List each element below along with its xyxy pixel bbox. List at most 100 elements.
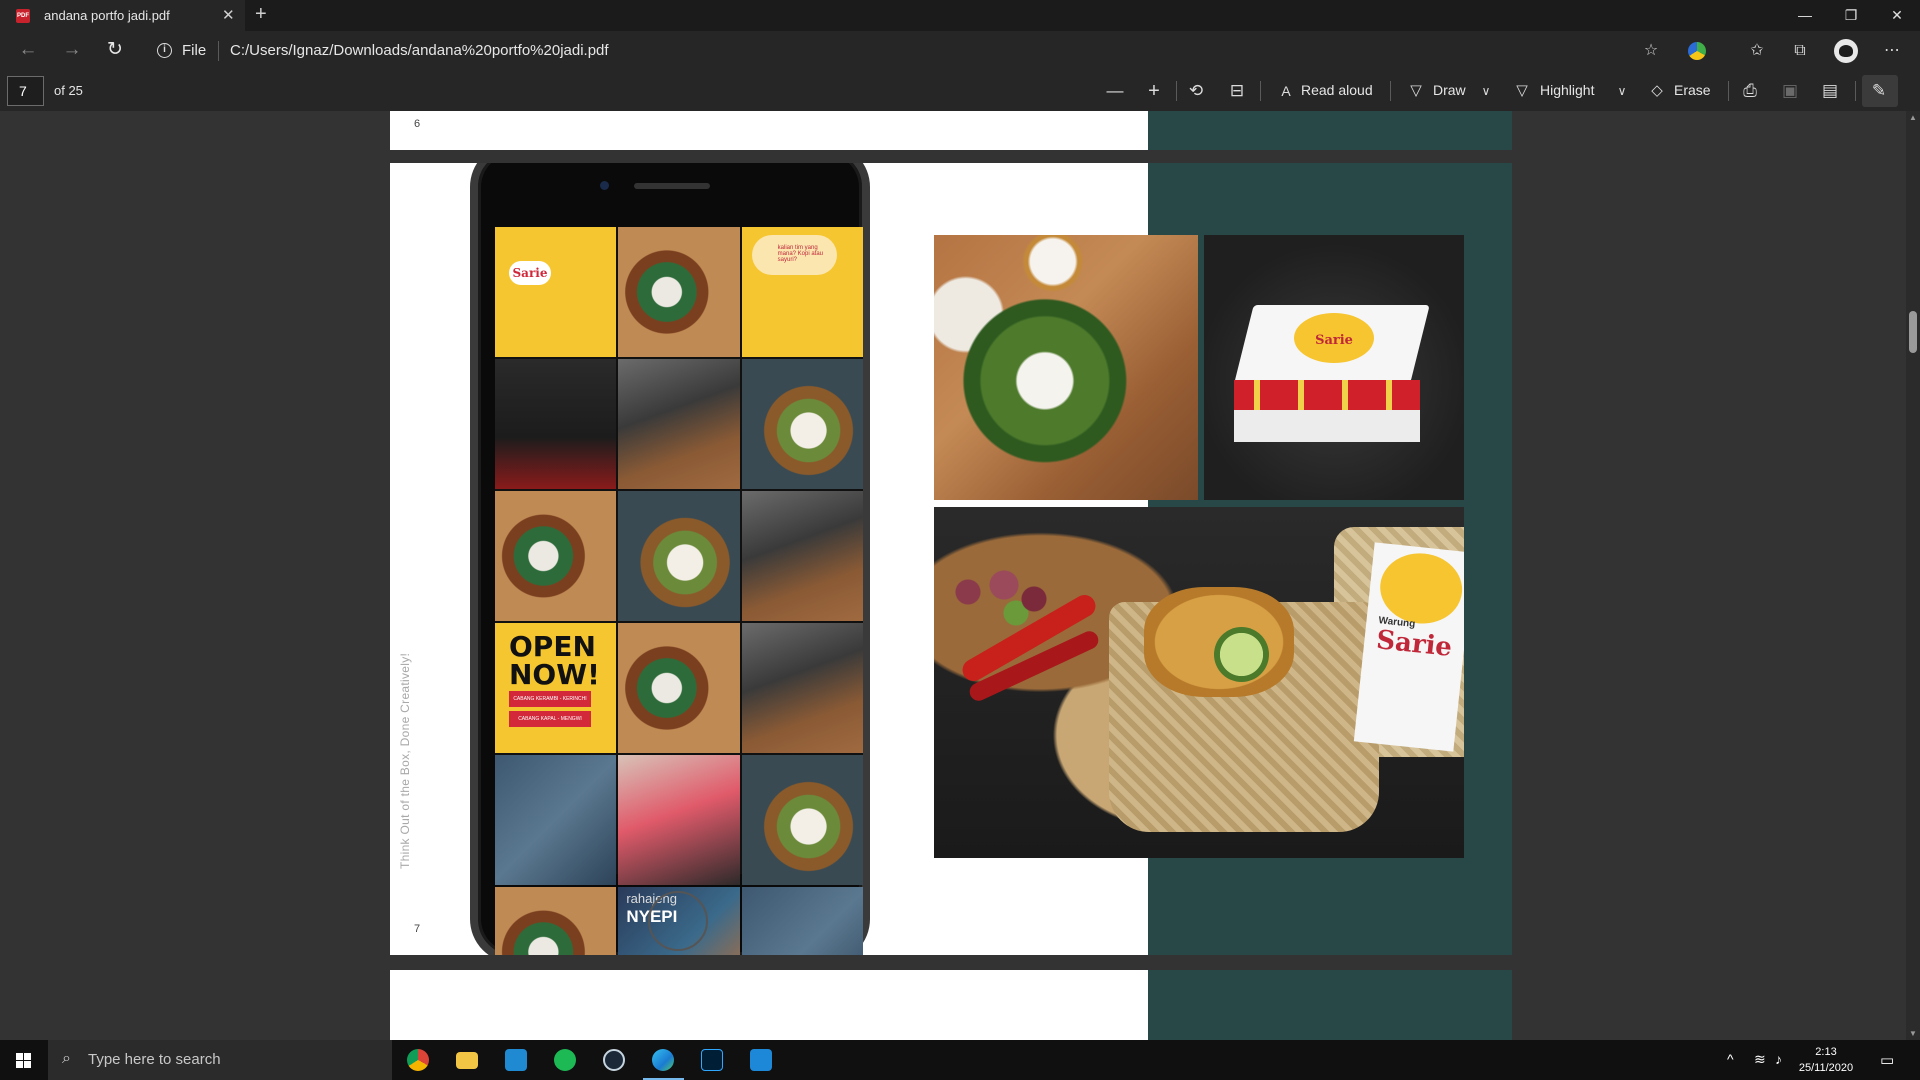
vertical-tagline: Think Out of the Box, Done Creatively!	[398, 652, 412, 869]
page-number-input[interactable]: 7	[7, 76, 44, 106]
system-clock[interactable]: 2:13 25/11/2020	[1786, 1044, 1866, 1076]
page-number: 7	[414, 923, 421, 935]
zoom-in-icon[interactable]: +	[1143, 80, 1165, 102]
feed-tile	[495, 359, 617, 489]
back-arrow-icon[interactable]: ←	[16, 39, 40, 63]
eraser-icon[interactable]: ◇	[1648, 80, 1666, 102]
teal-panel	[1148, 111, 1512, 150]
photos-icon	[750, 1049, 772, 1071]
print-icon[interactable]: ⎙	[1739, 80, 1761, 102]
volume-icon[interactable]: ♪	[1775, 1051, 1782, 1067]
windows-logo-icon	[16, 1053, 23, 1060]
toolbar-divider	[1390, 81, 1391, 101]
taskbar-app-photoshop[interactable]	[688, 1040, 737, 1080]
feed-tile	[495, 491, 617, 621]
phone-home-button	[648, 891, 708, 951]
window-controls: — ❐ ✕	[1782, 0, 1920, 31]
pdf-viewport[interactable]: 6 Think Out of the Box, Done Creatively!…	[0, 111, 1920, 1040]
zoom-out-icon[interactable]: —	[1104, 80, 1126, 102]
taskbar-app-edge[interactable]	[639, 1040, 688, 1080]
phone-camera	[600, 181, 609, 190]
bamboo-basket-photo: Warung Sarie	[934, 507, 1464, 858]
toolbar-divider	[1176, 81, 1177, 101]
phone-mockup: Sarie kalian tim yang mana? Kopi atau sa…	[470, 163, 870, 955]
basket-label: Warung Sarie	[1353, 542, 1464, 752]
read-aloud-button[interactable]: Read aloud	[1301, 82, 1373, 98]
draw-icon[interactable]: ▽	[1407, 80, 1425, 102]
clock-time: 2:13	[1815, 1046, 1837, 1058]
save-as-icon[interactable]: ▤	[1819, 80, 1841, 102]
tab-close-icon[interactable]: ✕	[222, 6, 235, 24]
site-info-icon[interactable]: i	[157, 43, 172, 58]
erase-button[interactable]: Erase	[1674, 82, 1711, 98]
profile-avatar[interactable]	[1834, 39, 1858, 63]
feed-tile: Sarie	[495, 227, 617, 357]
scroll-up-icon[interactable]: ▲	[1909, 113, 1917, 122]
box-logo: Sarie	[1294, 313, 1374, 363]
highlight-icon[interactable]: ▽	[1513, 80, 1531, 102]
collections-icon[interactable]: ⧉	[1788, 39, 1812, 63]
address-url-field[interactable]: C:/Users/Ignaz/Downloads/andana%20portfo…	[230, 42, 609, 59]
taskbar-app-file-explorer[interactable]	[443, 1040, 492, 1080]
taskbar-app-photos[interactable]	[737, 1040, 786, 1080]
scrollbar-thumb[interactable]	[1909, 311, 1917, 353]
favorite-star-icon[interactable]: ☆	[1639, 39, 1663, 63]
feed-tile: kalian tim yang mana? Kopi atau sayuri?	[741, 227, 863, 357]
favorites-list-icon[interactable]: ✩	[1745, 39, 1769, 63]
taskbar-app-steam[interactable]	[590, 1040, 639, 1080]
close-window-button[interactable]: ✕	[1874, 0, 1920, 31]
show-hidden-icons-icon[interactable]: ^	[1727, 1051, 1734, 1067]
pin-icon[interactable]: ✎	[1868, 80, 1890, 102]
address-scheme-label: File	[182, 42, 207, 59]
pdf-page-7: Think Out of the Box, Done Creatively! 7…	[390, 163, 1512, 955]
fit-page-icon[interactable]: ⊟	[1226, 80, 1248, 102]
branch-label: CABANG KAPAL - MENGWI	[509, 711, 591, 727]
teal-panel	[1148, 970, 1512, 1040]
food-box-photo: Sarie	[1204, 235, 1464, 500]
photoshop-icon	[701, 1049, 723, 1071]
taskbar-search-box[interactable]: ⌕ Type here to search	[48, 1040, 392, 1080]
rotate-icon[interactable]: ⟲	[1185, 80, 1207, 102]
draw-button[interactable]: Draw	[1433, 82, 1466, 98]
restore-button[interactable]: ❐	[1828, 0, 1874, 31]
save-icon[interactable]: ▣	[1779, 80, 1801, 102]
feed-tile	[618, 227, 740, 357]
browser-tab-active[interactable]: PDF andana portfo jadi.pdf ✕	[0, 0, 245, 31]
speech-bubble: kalian tim yang mana? Kopi atau sayuri?	[751, 235, 837, 275]
taskbar-app-chrome[interactable]	[394, 1040, 443, 1080]
notifications-icon[interactable]: ▭	[1880, 1051, 1894, 1069]
search-placeholder: Type here to search	[88, 1051, 221, 1068]
feed-tile	[495, 887, 617, 955]
minimize-button[interactable]: —	[1782, 0, 1828, 31]
label-sarie-text: Sarie	[1374, 625, 1454, 663]
page-count-label: of 25	[54, 83, 83, 98]
pdf-page-8	[390, 970, 1512, 1040]
network-icon[interactable]: ≋	[1754, 1051, 1766, 1068]
new-tab-button[interactable]: +	[255, 3, 267, 26]
highlight-button[interactable]: Highlight	[1540, 82, 1594, 98]
highlight-options-chevron-icon[interactable]: ∨	[1614, 80, 1630, 102]
forward-arrow-icon[interactable]: →	[60, 39, 84, 63]
vertical-scrollbar[interactable]: ▲ ▼	[1906, 111, 1920, 1040]
refresh-icon[interactable]: ↻	[103, 39, 127, 63]
start-button[interactable]	[0, 1040, 48, 1080]
feed-tile	[741, 755, 863, 885]
read-aloud-icon[interactable]: A	[1278, 80, 1294, 102]
brand-logo: Sarie	[509, 261, 551, 285]
edge-icon	[652, 1049, 674, 1071]
branch-label: CABANG KERAMBI - KERINCHI	[509, 691, 591, 707]
cucumber-slice	[1214, 627, 1269, 682]
taskbar-app-vscode[interactable]	[492, 1040, 541, 1080]
feed-tile	[618, 623, 740, 753]
feed-tile	[741, 623, 863, 753]
taskbar-app-spotify[interactable]	[541, 1040, 590, 1080]
pdf-file-icon: PDF	[16, 9, 30, 23]
spotify-icon	[554, 1049, 576, 1071]
tab-title: andana portfo jadi.pdf	[44, 8, 170, 23]
extension-icon[interactable]	[1688, 42, 1706, 60]
settings-more-icon[interactable]: ⋯	[1880, 39, 1904, 63]
feed-tile	[741, 491, 863, 621]
draw-options-chevron-icon[interactable]: ∨	[1478, 80, 1494, 102]
feed-tile	[741, 359, 863, 489]
scroll-down-icon[interactable]: ▼	[1909, 1029, 1917, 1038]
